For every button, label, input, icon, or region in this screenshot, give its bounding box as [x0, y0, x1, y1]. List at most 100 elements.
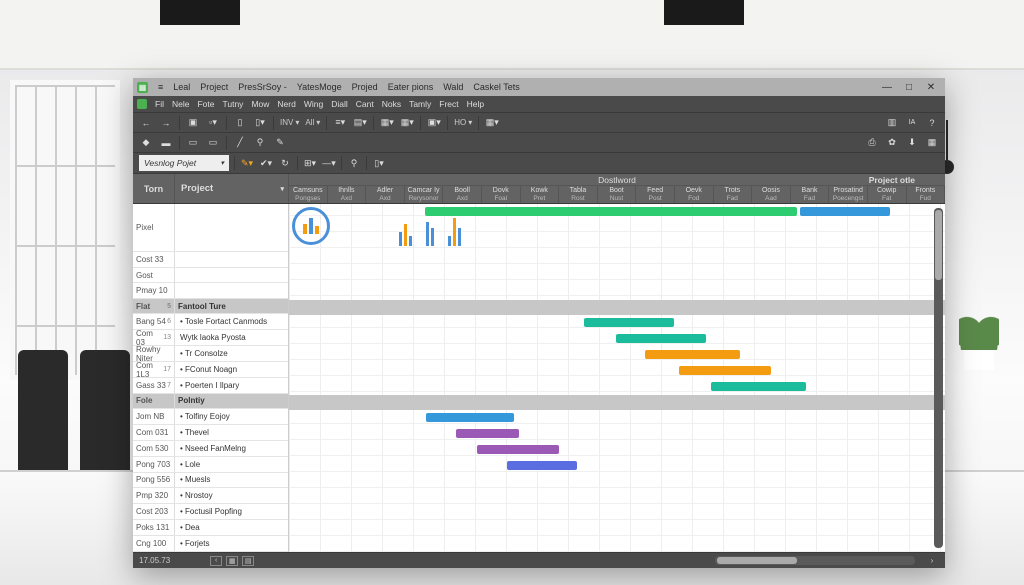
draw-icon[interactable]: ╱	[233, 136, 247, 150]
gear-icon[interactable]: ✿	[885, 136, 899, 150]
table-row[interactable]: Pixel	[133, 204, 288, 252]
table-row[interactable]: Pmp 320• Nrostoy	[133, 488, 288, 504]
menu-item[interactable]: Leal	[169, 80, 194, 94]
table-row[interactable]: Pmay 10	[133, 283, 288, 299]
search-icon[interactable]: ⚲	[347, 156, 361, 170]
addcol-icon[interactable]: ▦▾	[380, 116, 394, 130]
addrow-icon[interactable]: ▦▾	[400, 116, 414, 130]
gantt-bar[interactable]	[711, 382, 806, 391]
minimize-button[interactable]: —	[877, 80, 897, 94]
tag-icon[interactable]: ◆	[139, 136, 153, 150]
timeline-col[interactable]: IhnllsAxd	[328, 186, 367, 203]
view-mode-2[interactable]: ▦	[226, 556, 238, 566]
inv-dropdown[interactable]: INV ▾	[280, 116, 299, 130]
timeline-col[interactable]: TablaRost	[559, 186, 598, 203]
table-row[interactable]: Flat5Fantool Ture	[133, 299, 288, 314]
timeline-col[interactable]: OevkFod	[675, 186, 714, 203]
timeline-col[interactable]: FrontsFud	[907, 186, 946, 203]
gantt-bar[interactable]	[584, 318, 674, 327]
save-icon[interactable]: ▣	[186, 116, 200, 130]
gantt-bar[interactable]	[507, 461, 577, 470]
folder-icon[interactable]: ▬	[159, 136, 173, 150]
doc2-icon[interactable]: ▯▾	[253, 116, 267, 130]
print-icon[interactable]: ⎙	[865, 136, 879, 150]
menu-item[interactable]: PresSrSoy -	[234, 80, 291, 94]
vertical-scrollbar[interactable]	[934, 208, 943, 548]
export-icon[interactable]: ▫▾	[206, 116, 220, 130]
menu-item[interactable]: YatesMoge	[293, 80, 346, 94]
table-row[interactable]: Poks 131• Dea	[133, 520, 288, 536]
gantt-timeline[interactable]	[289, 204, 945, 552]
menu2-item[interactable]: Fil	[152, 98, 167, 110]
help-icon[interactable]: ?	[925, 116, 939, 130]
menu2-item[interactable]: Frect	[436, 98, 461, 110]
close-button[interactable]: ✕	[921, 80, 941, 94]
link-icon[interactable]: ⚲	[253, 136, 267, 150]
ia-icon[interactable]: IA	[905, 116, 919, 130]
menu2-item[interactable]: Mow	[248, 98, 272, 110]
menu2-item[interactable]: Cant	[353, 98, 377, 110]
menu-item[interactable]: ≡	[154, 80, 167, 94]
card2-icon[interactable]: ▭	[206, 136, 220, 150]
menu2-item[interactable]: Tutny	[219, 98, 246, 110]
table-row[interactable]: Pong 556• Muesls	[133, 473, 288, 489]
timeline-col[interactable]: BootNust	[598, 186, 637, 203]
menu2-item[interactable]: Nerd	[274, 98, 298, 110]
table-row[interactable]: Cost 203• Foctusil Popfing	[133, 504, 288, 520]
menu2-item[interactable]: Wing	[301, 98, 326, 110]
timeline-col[interactable]: AdlerAxd	[366, 186, 405, 203]
menu2-item[interactable]: Help	[464, 98, 487, 110]
menu-item[interactable]: Wald	[439, 80, 467, 94]
view-mode-3[interactable]: ▤	[242, 556, 254, 566]
menu2-item[interactable]: Diall	[328, 98, 351, 110]
timeline-col[interactable]: TrotsFad	[714, 186, 753, 203]
table-row[interactable]: FolePolntiy	[133, 394, 288, 409]
horizontal-scrollbar[interactable]	[715, 556, 915, 565]
scale-icon[interactable]: —▾	[322, 156, 336, 170]
check-icon[interactable]: ✔▾	[259, 156, 273, 170]
scroll-right[interactable]: ›	[925, 556, 939, 565]
menu-item[interactable]: Projed	[348, 80, 382, 94]
gantt-bar[interactable]	[645, 350, 740, 359]
timeline-col[interactable]: BankFad	[791, 186, 830, 203]
grid-icon[interactable]: ▦▾	[485, 116, 499, 130]
card-icon[interactable]: ▭	[186, 136, 200, 150]
panel-icon[interactable]: ▦	[925, 136, 939, 150]
all-dropdown[interactable]: All ▾	[305, 116, 320, 130]
timeline-col[interactable]: ProsatindPoecengst	[829, 186, 868, 203]
menu2-item[interactable]: Noks	[379, 98, 404, 110]
col-project[interactable]: Project ▾	[175, 174, 289, 203]
menu2-item[interactable]: Fote	[194, 98, 217, 110]
maximize-button[interactable]: □	[899, 80, 919, 94]
table-row[interactable]: Com 1L317• FConut Noagn	[133, 362, 288, 378]
refresh-icon[interactable]: ↻	[278, 156, 292, 170]
table-row[interactable]: Gass 337• Poerten I Ilpary	[133, 378, 288, 394]
gantt-bar[interactable]	[616, 334, 706, 343]
zoom-icon[interactable]: ⊞▾	[303, 156, 317, 170]
menu2-item[interactable]: Nele	[169, 98, 192, 110]
table-row[interactable]: Pong 703• Lole	[133, 457, 288, 473]
gantt-bar[interactable]	[425, 207, 797, 216]
project-selector[interactable]: Vesnlog Pojet ▾	[139, 155, 229, 171]
download-icon[interactable]: ⬇	[905, 136, 919, 150]
table-row[interactable]: Cng 100• Forjets	[133, 536, 288, 552]
forward-button[interactable]: →	[159, 116, 173, 130]
gantt-bar[interactable]	[456, 429, 519, 438]
timeline-col[interactable]: DovkFoal	[482, 186, 521, 203]
marker-icon[interactable]: ✎	[273, 136, 287, 150]
timeline-col[interactable]: FeedPost	[636, 186, 675, 203]
table-row[interactable]: Cost 33	[133, 252, 288, 268]
table-row[interactable]: Gost	[133, 268, 288, 284]
menu-item[interactable]: Eater pions	[384, 80, 438, 94]
gantt-bar[interactable]	[426, 413, 514, 422]
layout-icon[interactable]: ▥	[885, 116, 899, 130]
table-row[interactable]: Com 530• Nseed FanMelng	[133, 441, 288, 457]
gantt-bar[interactable]	[679, 366, 771, 375]
table-row[interactable]: Com 031• Thevel	[133, 425, 288, 441]
table-row[interactable]: Jom NB• Tolfiny Eojoy	[133, 409, 288, 425]
menu-item[interactable]: Caskel Tets	[469, 80, 523, 94]
list-icon[interactable]: ≡▾	[333, 116, 347, 130]
calc-icon[interactable]: ▣▾	[427, 116, 441, 130]
timeline-col[interactable]: OosisAad	[752, 186, 791, 203]
timeline-col[interactable]: CamsunsPongses	[289, 186, 328, 203]
